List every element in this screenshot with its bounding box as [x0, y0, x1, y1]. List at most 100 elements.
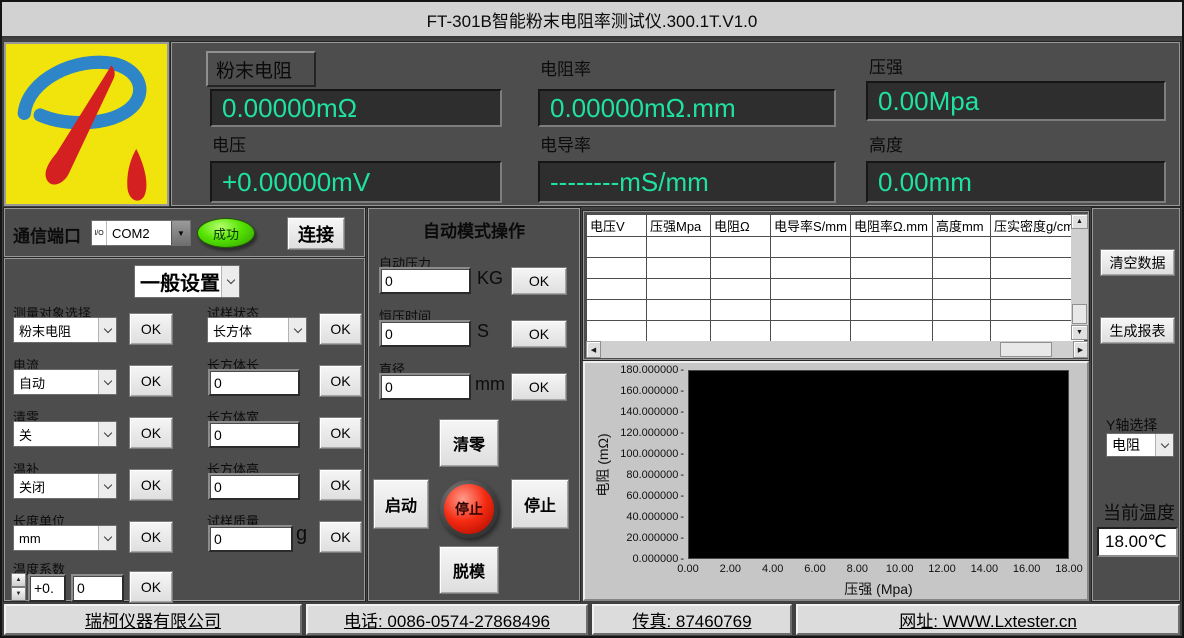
- y-axis-select-label: Y轴选择: [1106, 415, 1157, 435]
- status-led: 成功: [197, 218, 255, 248]
- table-vscrollbar[interactable]: ▲ ▼: [1071, 214, 1088, 340]
- data-table: 电压V 压强Mpa 电阻Ω 电导率S/mm 电阻率Ω.mm 高度mm 压实密度g…: [586, 214, 1085, 342]
- table-header-row: 电压V 压强Mpa 电阻Ω 电导率S/mm 电阻率Ω.mm 高度mm 压实密度g…: [587, 215, 1085, 237]
- measure-object-ok-button[interactable]: OK: [129, 313, 173, 345]
- chevron-down-icon[interactable]: [98, 526, 116, 550]
- auto-pressure-unit: KG: [477, 268, 503, 289]
- powder-resistance-display: 0.00000mΩ: [210, 89, 502, 127]
- spinner-up-icon[interactable]: ▲: [11, 573, 26, 587]
- footer-phone: 电话: 0086-0574-27868496: [306, 604, 588, 635]
- temp-comp-ok-button[interactable]: OK: [129, 469, 173, 501]
- voltage-display: +0.00000mV: [210, 161, 502, 203]
- chevron-down-icon[interactable]: [98, 422, 116, 446]
- resistivity-display: 0.00000mΩ.mm: [538, 89, 836, 127]
- sample-state-ok-button[interactable]: OK: [319, 313, 362, 345]
- spinner-down-icon[interactable]: ▼: [11, 587, 26, 601]
- hscroll-thumb[interactable]: [1000, 342, 1052, 357]
- scroll-up-icon[interactable]: ▲: [1071, 214, 1088, 229]
- zeroing-select[interactable]: 关: [13, 421, 117, 447]
- stop-button[interactable]: 停止: [511, 479, 569, 529]
- data-table-panel: 电压V 压强Mpa 电阻Ω 电导率S/mm 电阻率Ω.mm 高度mm 压实密度g…: [583, 211, 1089, 360]
- sample-state-select[interactable]: 长方体: [207, 317, 307, 343]
- generate-report-button[interactable]: 生成报表: [1100, 317, 1175, 344]
- scroll-down-icon[interactable]: ▼: [1071, 325, 1088, 340]
- conductivity-display: --------mS/mm: [538, 161, 836, 203]
- temp-comp-select[interactable]: 关闭: [13, 473, 117, 499]
- diameter-unit: mm: [475, 374, 505, 395]
- status-led-text: 成功: [213, 224, 239, 243]
- hold-time-field[interactable]: [379, 320, 471, 347]
- temp-coef-stepper[interactable]: ▲ ▼: [11, 573, 26, 602]
- col-conductivity: 电导率S/mm: [771, 215, 851, 237]
- table-hscrollbar[interactable]: ◀ ▶: [586, 341, 1088, 358]
- chevron-down-icon[interactable]: [221, 266, 239, 297]
- vscroll-thumb[interactable]: [1072, 304, 1087, 324]
- clear-data-button[interactable]: 清空数据: [1100, 249, 1175, 276]
- auto-pressure-field[interactable]: [379, 267, 471, 294]
- hold-time-ok-button[interactable]: OK: [511, 320, 567, 348]
- diameter-ok-button[interactable]: OK: [511, 373, 567, 401]
- comm-panel: 通信端口 I/O COM2 ▼ 成功 连接: [4, 208, 365, 257]
- current-temp-label: 当前温度: [1103, 499, 1175, 525]
- current-select[interactable]: 自动: [13, 369, 117, 395]
- start-button[interactable]: 启动: [373, 479, 429, 529]
- resistivity-label: 电阻率: [540, 55, 591, 80]
- right-side-panel: 清空数据 生成报表 Y轴选择 电阻 当前温度 18.00℃: [1092, 208, 1180, 601]
- logo-red-drop: [127, 149, 146, 201]
- temp-coef-sign-field[interactable]: [28, 574, 66, 602]
- sample-mass-field[interactable]: [208, 525, 293, 552]
- zeroing-ok-button[interactable]: OK: [129, 417, 173, 449]
- connect-button[interactable]: 连接: [287, 217, 345, 250]
- chart-x-ticks: 0.00 2.00 4.00 6.00 8.00 10.00 12.00 14.…: [688, 561, 1069, 576]
- com-port-value: COM2: [107, 221, 171, 245]
- length-unit-ok-button[interactable]: OK: [129, 521, 173, 553]
- footer-company: 瑞柯仪器有限公司: [4, 604, 302, 635]
- preset-select[interactable]: 一般设置: [134, 265, 240, 298]
- voltage-label: 电压: [212, 131, 246, 156]
- chart-y-axis-title: 电阻 (mΩ): [593, 375, 609, 555]
- current-temp-display: 18.00℃: [1097, 527, 1178, 557]
- chevron-down-icon[interactable]: [98, 474, 116, 498]
- sample-mass-ok-button[interactable]: OK: [319, 521, 362, 553]
- auto-pressure-ok-button[interactable]: OK: [511, 267, 567, 295]
- length-unit-select[interactable]: mm: [13, 525, 117, 551]
- current-ok-button[interactable]: OK: [129, 365, 173, 397]
- scroll-left-icon[interactable]: ◀: [586, 341, 601, 358]
- chart-panel: 180.000000 160.000000 140.000000 120.000…: [583, 361, 1089, 601]
- logo-r-icon: [6, 44, 167, 204]
- auto-mode-title: 自动模式操作: [369, 217, 579, 242]
- comm-port-label: 通信端口: [13, 222, 81, 247]
- scroll-right-icon[interactable]: ▶: [1073, 341, 1088, 358]
- demold-button[interactable]: 脱模: [439, 546, 499, 594]
- zero-button[interactable]: 清零: [439, 419, 499, 467]
- emergency-stop-button[interactable]: 停止: [440, 480, 498, 538]
- conductivity-label: 电导率: [540, 131, 591, 156]
- y-axis-select[interactable]: 电阻: [1106, 433, 1174, 457]
- title-bar: FT-301B智能粉末电阻率测试仪.300.1T.V1.0: [2, 2, 1182, 38]
- pressure-label: 压强: [869, 53, 903, 78]
- chevron-down-icon[interactable]: [288, 318, 306, 342]
- cuboid-length-field[interactable]: [208, 369, 300, 396]
- temp-coef-value-field[interactable]: [71, 574, 124, 602]
- settings-panel: 一般设置 测量对象选择 粉末电阻 OK 电流 自动 OK 清零 关 OK 温补 …: [4, 258, 365, 601]
- height-label: 高度: [869, 131, 903, 156]
- cuboid-height-field[interactable]: [208, 473, 300, 500]
- chevron-down-icon[interactable]: [1155, 434, 1173, 456]
- window-title: FT-301B智能粉末电阻率测试仪.300.1T.V1.0: [427, 7, 758, 32]
- measure-object-select[interactable]: 粉末电阻: [13, 317, 117, 343]
- combo-arrow-icon[interactable]: ▼: [171, 221, 190, 245]
- table-row: [587, 258, 1085, 279]
- cuboid-width-ok-button[interactable]: OK: [319, 417, 362, 449]
- com-port-select[interactable]: I/O COM2 ▼: [91, 220, 191, 246]
- cuboid-width-field[interactable]: [208, 421, 300, 448]
- chevron-down-icon[interactable]: [98, 318, 116, 342]
- temp-coef-ok-button[interactable]: OK: [129, 571, 173, 603]
- diameter-field[interactable]: [379, 373, 471, 400]
- powder-resistance-label: 粉末电阻: [206, 51, 316, 87]
- cuboid-height-ok-button[interactable]: OK: [319, 469, 362, 501]
- chevron-down-icon[interactable]: [98, 370, 116, 394]
- cuboid-length-ok-button[interactable]: OK: [319, 365, 362, 397]
- col-resistivity: 电阻率Ω.mm: [850, 215, 932, 237]
- col-voltage: 电压V: [587, 215, 647, 237]
- table-row: [587, 279, 1085, 300]
